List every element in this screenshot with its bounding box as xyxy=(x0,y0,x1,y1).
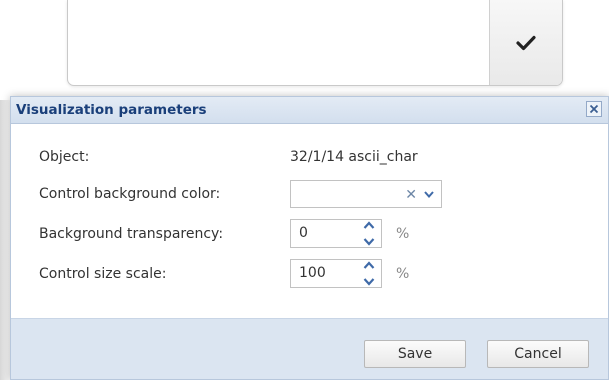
transparency-spinner[interactable]: 0 xyxy=(290,219,382,248)
bgcolor-label: Control background color: xyxy=(39,186,221,202)
transparency-unit: % xyxy=(396,226,410,242)
bgcolor-select[interactable]: ✕ xyxy=(290,180,442,208)
confirm-button[interactable] xyxy=(489,0,562,85)
visualization-parameters-dialog: Visualization parameters Object: 32/1/14… xyxy=(10,96,609,380)
checkmark-icon xyxy=(516,35,536,50)
spin-up-icon[interactable] xyxy=(363,261,375,269)
background-widget xyxy=(67,0,563,86)
transparency-label: Background transparency: xyxy=(39,226,224,242)
cancel-button[interactable]: Cancel xyxy=(487,340,589,368)
spin-down-icon[interactable] xyxy=(363,278,375,286)
spin-up-icon[interactable] xyxy=(363,221,375,229)
scale-value: 100 xyxy=(299,265,326,281)
scale-spinner[interactable]: 100 xyxy=(290,259,382,288)
close-icon xyxy=(589,104,599,114)
clear-x-icon[interactable]: ✕ xyxy=(405,187,417,203)
dialog-header: Visualization parameters xyxy=(11,97,608,124)
object-value: 32/1/14 ascii_char xyxy=(290,149,418,165)
dialog-title: Visualization parameters xyxy=(16,102,207,118)
save-button[interactable]: Save xyxy=(364,340,466,368)
dialog-footer: Save Cancel xyxy=(11,318,608,379)
scale-label: Control size scale: xyxy=(39,266,167,282)
scale-unit: % xyxy=(396,266,410,282)
object-label: Object: xyxy=(39,149,90,165)
chevron-down-icon xyxy=(424,190,434,198)
spin-up-down-icon[interactable] xyxy=(359,221,379,246)
spin-up-down-icon[interactable] xyxy=(359,261,379,286)
bgcolor-dropdown-button[interactable] xyxy=(421,185,437,203)
transparency-value: 0 xyxy=(299,225,308,241)
dialog-body: Object: 32/1/14 ascii_char Control backg… xyxy=(11,124,608,320)
spin-down-icon[interactable] xyxy=(363,238,375,246)
close-button[interactable] xyxy=(586,101,602,117)
